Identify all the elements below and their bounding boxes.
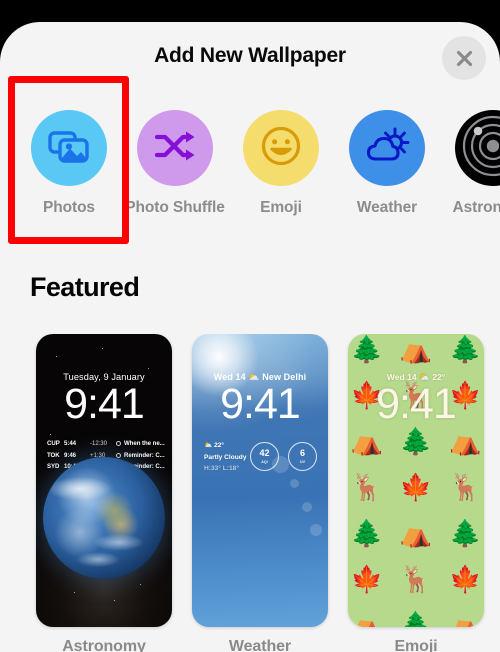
- category-photos[interactable]: Photos: [16, 110, 122, 219]
- reminder-text: Reminder: C...: [123, 451, 165, 459]
- emoji-tile: ⛺: [449, 426, 482, 456]
- emoji-tile: 🌲: [399, 426, 433, 456]
- star: [56, 356, 58, 358]
- emoji-tile: ⛺: [399, 334, 433, 364]
- earth-globe-image: [43, 457, 165, 579]
- star: [140, 584, 142, 586]
- sun-behind-cloud-icon: [364, 126, 410, 171]
- lens-flare: [290, 479, 299, 488]
- photos-circle: [31, 110, 107, 186]
- featured-card-emoji-col: 🌲 ⛺ 🌲 🍁 🦌 🍁 ⛺ 🌲 ⛺ 🦌 🍁 🦌 🌲 ⛺ 🌲 🍁 🦌 🍁 ⛺ 🌲 ⛺ Wed 14 ⛅ 22° 9:41 …: [338, 334, 494, 652]
- clock-city: SYD: [47, 463, 60, 471]
- astronomy-circle: [455, 110, 500, 186]
- featured-card-next-col: [494, 334, 500, 627]
- emoji-tile: 🌲: [350, 518, 383, 548]
- wallpaper-card-emoji[interactable]: 🌲 ⛺ 🌲 🍁 🦌 🍁 ⛺ 🌲 ⛺ 🦌 🍁 🦌 🌲 ⛺ 🌲 🍁 🦌 🍁 ⛺ 🌲 ⛺ Wed 14 ⛅ 22° 9:41: [348, 334, 484, 627]
- gauge-value: 6: [299, 448, 305, 459]
- reminder-text: When the ne...: [123, 440, 165, 447]
- emoji-tile: 🌲: [449, 334, 482, 364]
- photos-stack-icon: [47, 127, 91, 170]
- star: [114, 600, 116, 602]
- card-label-weather: Weather: [228, 638, 292, 652]
- world-clock-row: CUP 5:44 -12:30: [47, 438, 107, 450]
- featured-card-astronomy-col: Tuesday, 9 January 9:41 CUP 5:44 -12:30 …: [26, 334, 182, 652]
- clock-offset: -12:30: [90, 440, 107, 447]
- wallpaper-card-weather[interactable]: Wed 14 ⛅ New Delhi 9:41 ⛅ 22° Partly Clo…: [192, 334, 328, 627]
- star: [50, 434, 52, 436]
- weather-temp-row: ⛅ 22°: [204, 440, 247, 452]
- category-label: Astronomy: [452, 199, 500, 216]
- shuffle-arrows-icon: [153, 129, 197, 168]
- smiley-face-icon: [260, 125, 302, 172]
- emoji-tile: ⛺: [350, 426, 383, 456]
- featured-card-weather-col: Wed 14 ⛅ New Delhi 9:41 ⛅ 22° Partly Clo…: [182, 334, 338, 652]
- weather-widget: ⛅ 22° Partly Cloudy H:33° L:18°: [204, 440, 247, 475]
- category-label: Emoji: [260, 199, 302, 216]
- emoji-tile: 🌲: [350, 334, 383, 364]
- reminder-checkbox-icon: [115, 441, 121, 447]
- gauge-label: UV: [300, 459, 305, 464]
- card-label-astronomy: Astronomy: [62, 638, 146, 652]
- clock-time: 5:44: [64, 440, 76, 447]
- page-title: Add New Wallpaper: [154, 44, 346, 67]
- emoji-tile: 🍁: [399, 472, 433, 502]
- star: [148, 368, 150, 370]
- weather-high-low: H:33° L:18°: [204, 465, 239, 473]
- weather-temperature: 22°: [214, 442, 225, 449]
- gauge-label: AQI: [261, 459, 268, 464]
- close-icon: [454, 48, 475, 69]
- star: [102, 348, 104, 350]
- wallpaper-card-astronomy[interactable]: Tuesday, 9 January 9:41 CUP 5:44 -12:30 …: [36, 334, 172, 627]
- add-wallpaper-sheet: Add New Wallpaper Photos Photo Shuffle E…: [0, 22, 500, 652]
- aqi-gauge: 42 AQI: [250, 442, 279, 471]
- clock-city: CUP: [47, 440, 60, 447]
- emoji-tile: ⛺: [399, 518, 433, 548]
- emoji-tile: 🌲: [449, 518, 482, 548]
- sheet-header: Add New Wallpaper: [0, 22, 500, 94]
- orbit-planets-icon: [461, 114, 500, 183]
- clock-city: TOK: [47, 451, 60, 459]
- featured-card-row[interactable]: Tuesday, 9 January 9:41 CUP 5:44 -12:30 …: [0, 334, 500, 652]
- weather-gauges: 42 AQI 6 UV: [250, 442, 317, 471]
- reminder-row: When the ne...: [115, 438, 165, 450]
- photo-shuffle-circle: [137, 110, 213, 186]
- emoji-circle: [243, 110, 319, 186]
- weather-condition: Partly Cloudy: [204, 453, 247, 461]
- weather-circle: [349, 110, 425, 186]
- emoji-tile: 🦌: [399, 564, 433, 594]
- card-label-emoji: Emoji: [394, 638, 438, 652]
- emoji-tile: ⛺: [350, 610, 383, 627]
- category-label: Photos: [43, 199, 95, 216]
- reminder-checkbox-icon: [115, 452, 121, 458]
- lock-time: 9:41: [220, 380, 301, 428]
- lock-time: 9:41: [64, 380, 145, 428]
- category-emoji[interactable]: Emoji: [228, 110, 334, 219]
- category-weather[interactable]: Weather: [334, 110, 440, 219]
- emoji-tile: ⛺: [449, 610, 482, 627]
- featured-heading: Featured: [30, 272, 140, 302]
- emoji-tile: 🍁: [449, 564, 482, 594]
- uv-gauge: 6 UV: [288, 442, 317, 471]
- lens-flare: [302, 502, 312, 512]
- weather-glyph-icon: ⛅: [204, 442, 213, 449]
- category-photo-shuffle[interactable]: Photo Shuffle: [122, 110, 228, 219]
- emoji-tile: 🦌: [449, 472, 482, 502]
- gauge-value: 42: [259, 448, 270, 459]
- emoji-tile: 🦌: [350, 472, 383, 502]
- category-label: Photo Shuffle: [125, 199, 225, 216]
- category-astronomy[interactable]: Astronomy: [440, 110, 500, 219]
- lens-flare: [310, 524, 322, 536]
- emoji-tile: 🍁: [350, 564, 383, 594]
- close-button[interactable]: [442, 36, 486, 80]
- lock-time: 9:41: [376, 380, 457, 428]
- emoji-tile: 🌲: [399, 610, 433, 627]
- star: [74, 592, 76, 594]
- category-label: Weather: [356, 199, 418, 216]
- wallpaper-category-row[interactable]: Photos Photo Shuffle Emoji Weather Astro…: [0, 110, 500, 260]
